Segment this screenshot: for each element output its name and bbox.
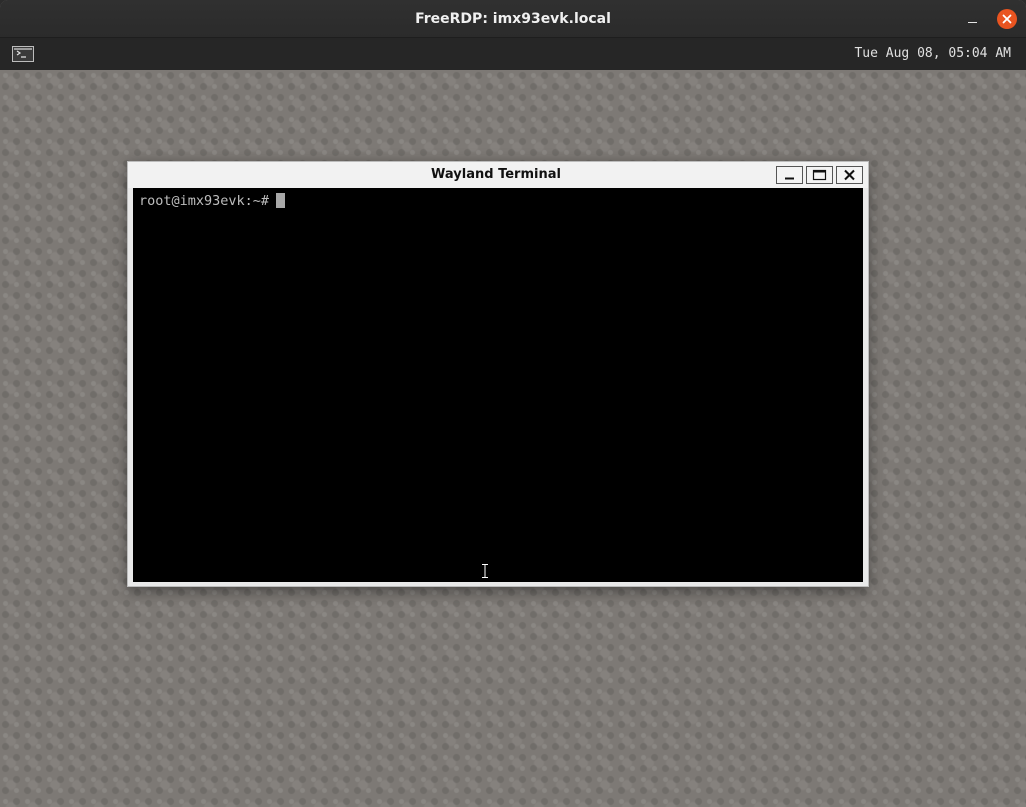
- weston-panel: Tue Aug 08, 05:04 AM: [0, 38, 1026, 70]
- minimize-icon: [785, 177, 794, 180]
- terminal-block-cursor: [276, 193, 286, 208]
- minimize-icon: [968, 22, 977, 23]
- terminal-window-title: Wayland Terminal: [431, 167, 561, 182]
- terminal-titlebar[interactable]: Wayland Terminal: [128, 162, 868, 188]
- host-window-title: FreeRDP: imx93evk.local: [415, 11, 611, 27]
- wayland-terminal-window[interactable]: Wayland Terminal root@imx93evk:~#: [127, 161, 869, 587]
- terminal-minimize-button[interactable]: [776, 166, 803, 184]
- terminal-launcher-button[interactable]: [12, 46, 34, 62]
- terminal-content-area[interactable]: root@imx93evk:~#: [133, 188, 863, 582]
- host-titlebar[interactable]: FreeRDP: imx93evk.local: [0, 0, 1026, 38]
- text-cursor-ibeam-icon: [481, 563, 489, 579]
- panel-clock: Tue Aug 08, 05:04 AM: [854, 46, 1011, 61]
- terminal-close-button[interactable]: [836, 166, 863, 184]
- terminal-prompt-line: root@imx93evk:~#: [139, 192, 286, 210]
- terminal-maximize-button[interactable]: [806, 166, 833, 184]
- shell-prompt: root@imx93evk:~#: [139, 193, 270, 209]
- close-icon: [844, 169, 855, 181]
- host-close-button[interactable]: [997, 9, 1017, 29]
- maximize-icon: [812, 169, 827, 181]
- close-icon: [1002, 14, 1012, 24]
- freerdp-window: FreeRDP: imx93evk.local Tue Aug 08, 05:0…: [0, 0, 1026, 807]
- host-minimize-button[interactable]: [962, 8, 984, 30]
- terminal-launcher-icon: [13, 47, 33, 61]
